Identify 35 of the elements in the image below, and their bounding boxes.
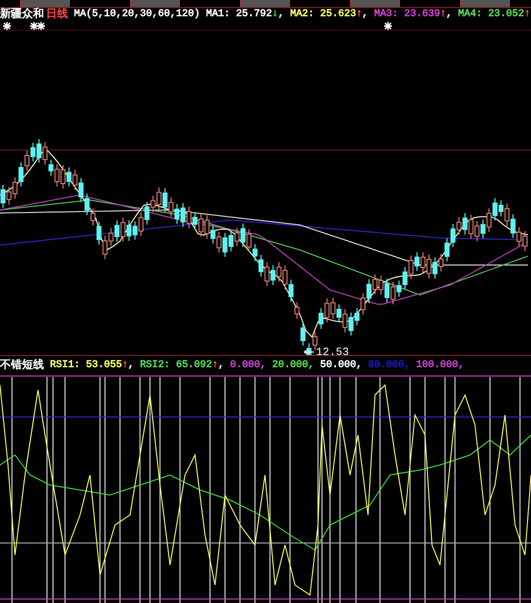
level-value: 80.000, <box>368 359 410 373</box>
indicator-name: 不错短线 <box>0 359 44 373</box>
toolbar-button[interactable] <box>460 0 510 7</box>
toolbar-button[interactable] <box>350 0 400 7</box>
toolbar-button[interactable] <box>240 0 290 7</box>
period-label: 日线 <box>46 8 68 22</box>
stock-name: 新疆众和 <box>0 8 44 22</box>
toolbar-button[interactable] <box>20 0 70 7</box>
low-price-label: 12.53 <box>316 347 350 355</box>
indicator-value: RSI2: 65.092 <box>140 359 212 373</box>
separator: , <box>362 8 368 22</box>
trend-arrow: ↑ <box>356 8 362 22</box>
level-value: 20.000, <box>272 359 314 373</box>
separator: , <box>128 359 134 373</box>
indicator-formula: MA(5,10,20,30,60,120) <box>74 8 200 22</box>
indicator-value: RSI1: 53.055 <box>50 359 122 373</box>
indicator-value: MA4: 23.052 <box>458 8 524 22</box>
indicator-value: MA1: 25.792 <box>206 8 272 22</box>
separator: , <box>446 8 452 22</box>
low-marker-line <box>304 350 314 354</box>
toolbar-button[interactable] <box>130 0 180 7</box>
indicator-value: MA2: 25.623 <box>290 8 356 22</box>
trend-arrow: ↑ <box>122 359 128 373</box>
star-icon <box>3 22 11 30</box>
trend-arrow: ↑ <box>440 8 446 22</box>
separator: , <box>278 8 284 22</box>
separator: , <box>218 359 224 373</box>
trend-arrow: ↑ <box>524 8 530 22</box>
level-value: 100.000, <box>416 359 464 373</box>
indicator-value: MA3: 23.639 <box>374 8 440 22</box>
trend-arrow: ↓ <box>272 8 278 22</box>
level-value: 0.000, <box>230 359 266 373</box>
star-icon <box>384 22 392 30</box>
level-value: 50.000, <box>320 359 362 373</box>
trend-arrow: ↑ <box>212 359 218 373</box>
